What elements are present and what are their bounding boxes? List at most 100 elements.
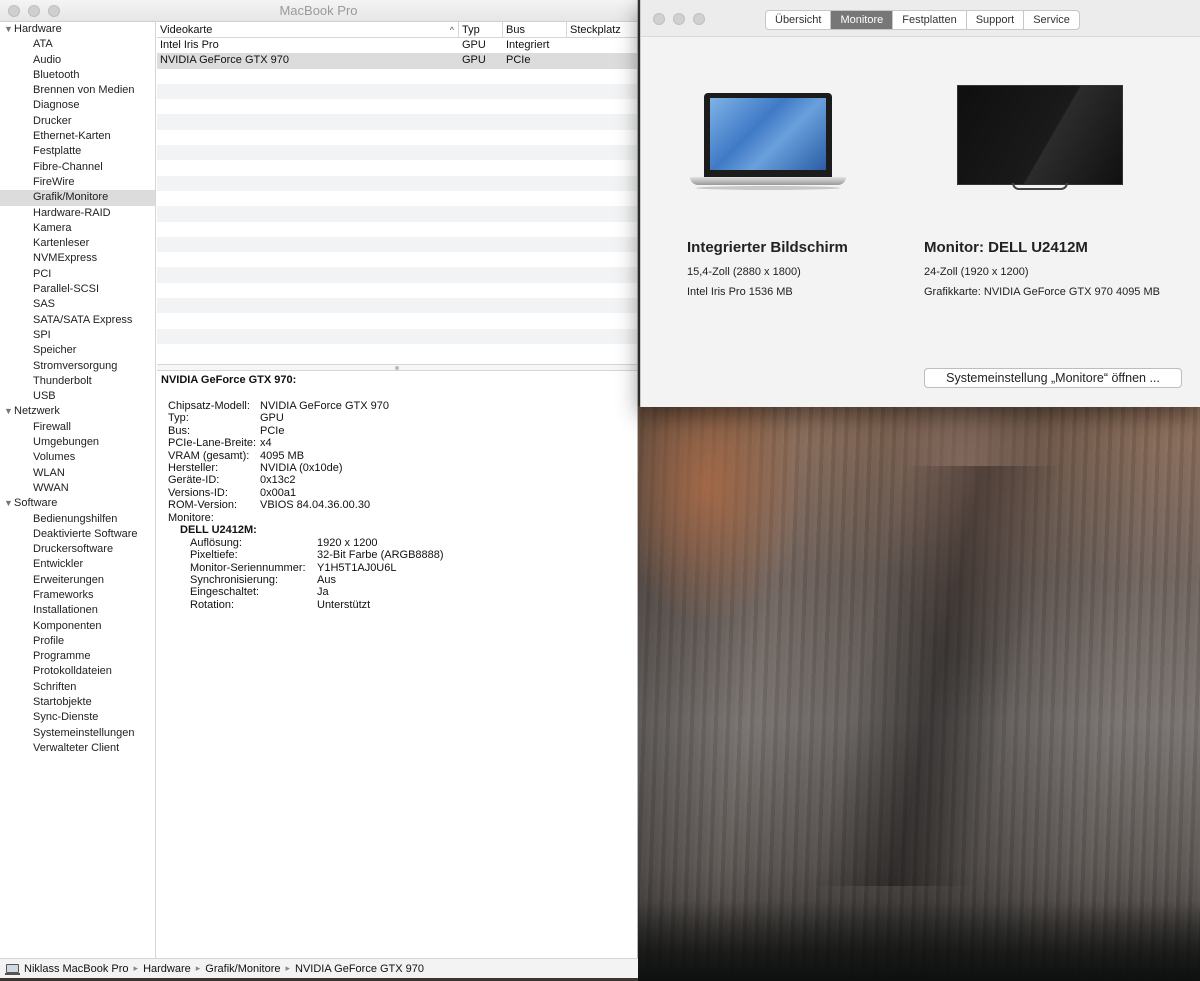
sidebar-item[interactable]: NVMExpress bbox=[0, 251, 155, 266]
sidebar-item[interactable]: Sync-Dienste bbox=[0, 710, 155, 725]
sidebar: ▼Hardware ATA Audio Bluetooth Brennen von Me… bbox=[0, 22, 156, 958]
sidebar-item[interactable]: Bluetooth bbox=[0, 68, 155, 83]
sidebar-item[interactable]: SATA/SATA Express bbox=[0, 313, 155, 328]
table-row[interactable]: NVIDIA GeForce GTX 970 GPU PCIe bbox=[157, 53, 637, 69]
detail-value: Ja bbox=[317, 586, 329, 599]
detail-key: Geräte-ID: bbox=[168, 474, 220, 487]
open-displays-preferences-button[interactable]: Systemeinstellung „Monitore“ öffnen ... bbox=[924, 368, 1182, 388]
table-cell bbox=[567, 53, 637, 68]
sidebar-item[interactable]: Umgebungen bbox=[0, 435, 155, 450]
sidebar-item[interactable]: Festplatte bbox=[0, 144, 155, 159]
sidebar-item[interactable]: Deaktivierte Software bbox=[0, 527, 155, 542]
sidebar-group-label: Netzwerk bbox=[14, 405, 60, 418]
sidebar-item[interactable]: Firewall bbox=[0, 420, 155, 435]
path-item[interactable]: NVIDIA GeForce GTX 970 bbox=[295, 963, 424, 975]
sidebar-item[interactable]: Schriften bbox=[0, 680, 155, 695]
minimize-button[interactable] bbox=[28, 5, 40, 17]
table-empty-row bbox=[157, 344, 637, 359]
table-empty-row bbox=[157, 175, 637, 191]
column-header-steckplatz[interactable]: Steckplatz bbox=[567, 22, 637, 37]
detail-key: PCIe-Lane-Breite: bbox=[168, 437, 257, 450]
sidebar-item[interactable]: SPI bbox=[0, 328, 155, 343]
sidebar-item[interactable]: Bedienungshilfen bbox=[0, 512, 155, 527]
sidebar-item[interactable]: Installationen bbox=[0, 603, 155, 618]
display-resolution-external: 24-Zoll (1920 x 1200) bbox=[924, 266, 1029, 278]
sidebar-item[interactable]: Ethernet-Karten bbox=[0, 129, 155, 144]
sidebar-item[interactable]: Komponenten bbox=[0, 619, 155, 634]
tab-festplatten[interactable]: Festplatten bbox=[893, 11, 967, 29]
sidebar-group[interactable]: ▼Netzwerk bbox=[0, 404, 155, 419]
display-graphics-external: Grafikkarte: NVIDIA GeForce GTX 970 4095… bbox=[924, 286, 1160, 298]
sidebar-item[interactable]: Stromversorgung bbox=[0, 359, 155, 374]
sidebar-item[interactable]: Diagnose bbox=[0, 98, 155, 113]
window-title: MacBook Pro bbox=[279, 3, 358, 18]
sidebar-item[interactable]: Erweiterungen bbox=[0, 573, 155, 588]
sidebar-item[interactable]: Kamera bbox=[0, 221, 155, 236]
path-item[interactable]: Grafik/Monitore bbox=[205, 963, 280, 975]
sidebar-item[interactable]: Speicher bbox=[0, 343, 155, 358]
column-header-videokarte[interactable]: Videokarte ^ bbox=[157, 22, 459, 37]
about-titlebar[interactable]: Übersicht Monitore Festplatten Support S… bbox=[641, 0, 1200, 37]
sidebar-item[interactable]: Parallel-SCSI bbox=[0, 282, 155, 297]
table-cell: NVIDIA GeForce GTX 970 bbox=[160, 54, 289, 67]
tab-uebersicht[interactable]: Übersicht bbox=[766, 11, 832, 29]
table-cell bbox=[567, 38, 637, 53]
sidebar-group[interactable]: ▼Hardware bbox=[0, 22, 155, 37]
wallpaper-tree-ridge bbox=[638, 901, 1200, 981]
pane-splitter[interactable] bbox=[157, 364, 637, 371]
close-button[interactable] bbox=[8, 5, 20, 17]
sidebar-item[interactable]: Druckersoftware bbox=[0, 542, 155, 557]
sidebar-item[interactable]: Hardware-RAID bbox=[0, 206, 155, 221]
sidebar-item[interactable]: Entwickler bbox=[0, 557, 155, 572]
sidebar-item[interactable]: Protokolldateien bbox=[0, 664, 155, 679]
column-header-typ[interactable]: Typ bbox=[459, 22, 503, 37]
disclosure-triangle-icon[interactable]: ▼ bbox=[4, 404, 14, 419]
sidebar-group[interactable]: ▼Software bbox=[0, 496, 155, 511]
zoom-button[interactable] bbox=[693, 13, 705, 25]
sidebar-item[interactable]: Fibre-Channel bbox=[0, 160, 155, 175]
table-row[interactable]: Intel Iris Pro GPU Integriert bbox=[157, 38, 637, 53]
detail-value: 1920 x 1200 bbox=[317, 536, 378, 549]
detail-row: Monitore: bbox=[161, 512, 633, 524]
table-empty-row bbox=[157, 298, 637, 314]
sidebar-item[interactable]: ATA bbox=[0, 37, 155, 52]
tab-support[interactable]: Support bbox=[967, 11, 1025, 29]
sidebar-item[interactable]: FireWire bbox=[0, 175, 155, 190]
sidebar-item[interactable]: Volumes bbox=[0, 450, 155, 465]
column-header-bus[interactable]: Bus bbox=[503, 22, 567, 37]
sidebar-item[interactable]: Grafik/Monitore bbox=[0, 190, 155, 206]
detail-row: PCIe-Lane-Breite: x4 bbox=[161, 437, 633, 449]
detail-row: Hersteller: NVIDIA (0x10de) bbox=[161, 462, 633, 474]
sidebar-item[interactable]: PCI bbox=[0, 267, 155, 282]
detail-row: Geräte-ID: 0x13c2 bbox=[161, 474, 633, 486]
tab-monitore[interactable]: Monitore bbox=[831, 11, 894, 29]
zoom-button[interactable] bbox=[48, 5, 60, 17]
close-button[interactable] bbox=[653, 13, 665, 25]
path-bar: Niklass MacBook Pro ▸ Hardware ▸ Grafik/… bbox=[0, 958, 638, 978]
disclosure-triangle-icon[interactable]: ▼ bbox=[4, 22, 14, 37]
sidebar-item[interactable]: Audio bbox=[0, 53, 155, 68]
disclosure-triangle-icon[interactable]: ▼ bbox=[4, 496, 14, 511]
sidebar-item[interactable]: Profile bbox=[0, 634, 155, 649]
sidebar-item[interactable]: WLAN bbox=[0, 466, 155, 481]
sidebar-item[interactable]: SAS bbox=[0, 297, 155, 312]
path-item[interactable]: Hardware bbox=[143, 963, 191, 975]
sidebar-item[interactable]: Verwalteter Client bbox=[0, 741, 155, 756]
table-empty-row bbox=[157, 99, 637, 114]
sidebar-item[interactable]: WWAN bbox=[0, 481, 155, 496]
sidebar-item[interactable]: Thunderbolt bbox=[0, 374, 155, 389]
sidebar-item[interactable]: Brennen von Medien bbox=[0, 83, 155, 98]
sidebar-item[interactable]: Kartenleser bbox=[0, 236, 155, 251]
path-item[interactable]: Niklass MacBook Pro bbox=[24, 963, 129, 975]
table-empty-row bbox=[157, 236, 637, 253]
sidebar-item[interactable]: Systemeinstellungen bbox=[0, 726, 155, 741]
sysinfo-titlebar[interactable]: MacBook Pro bbox=[0, 0, 637, 22]
sidebar-item[interactable]: Programme bbox=[0, 649, 155, 664]
sidebar-item[interactable]: Startobjekte bbox=[0, 695, 155, 710]
minimize-button[interactable] bbox=[673, 13, 685, 25]
sidebar-item[interactable]: Frameworks bbox=[0, 588, 155, 603]
tab-service[interactable]: Service bbox=[1024, 11, 1079, 29]
sidebar-item[interactable]: USB bbox=[0, 389, 155, 404]
detail-key: Monitore: bbox=[168, 511, 214, 524]
sidebar-item[interactable]: Drucker bbox=[0, 114, 155, 129]
